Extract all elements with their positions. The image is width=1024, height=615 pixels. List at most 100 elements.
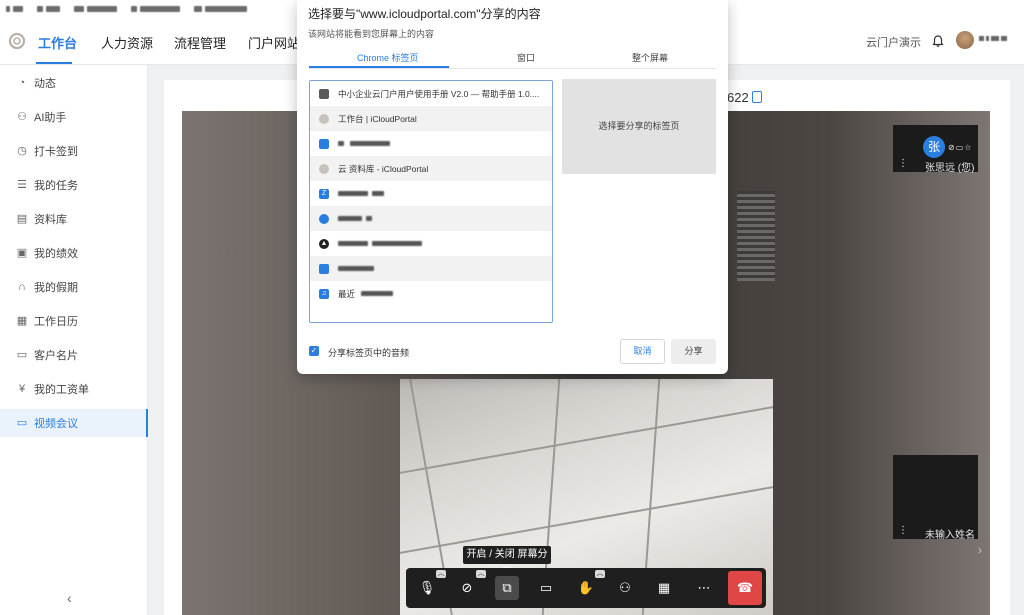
nav-workbench[interactable]: 工作台 <box>38 33 77 52</box>
chart-favicon-icon <box>319 138 329 149</box>
participants-icon[interactable]: ⚇ <box>613 576 637 600</box>
camera-options-caret[interactable]: ︿ <box>476 570 486 578</box>
portal-favicon-icon <box>319 113 329 124</box>
nav-process[interactable]: 流程管理 <box>174 33 226 52</box>
tab-title: 中小企业云门户用户使用手册 V2.0 — 帮助手册 1.0.... <box>338 88 540 99</box>
participant-tile[interactable]: ⋮ 未输入姓名 <box>893 455 978 541</box>
card-icon: ▭ <box>16 349 28 361</box>
bookmark-item[interactable] <box>6 6 23 12</box>
video-icon: ▭ <box>16 417 28 429</box>
participant-avatar: 张 <box>923 136 945 158</box>
list-item[interactable] <box>310 206 552 231</box>
share-audio-label: 分享标签页中的音频 <box>328 348 410 358</box>
tab-window[interactable]: 窗口 <box>517 51 535 64</box>
meeting-toolbar: 🎙 ︿ ⊘ ︿ ⧉ ▭ ✋ ︿ ⚇ ▦ ⋯ ☎ <box>406 568 766 608</box>
bell-icon[interactable] <box>931 34 945 48</box>
list-item[interactable]: ▲ <box>310 231 552 256</box>
grid-view-icon[interactable]: ▦ <box>652 576 676 600</box>
sidebar-item-business-cards[interactable]: ▭ 客户名片 <box>0 341 148 369</box>
list-item[interactable]: 云 资料库 - iCloudPortal <box>310 156 552 181</box>
list-item[interactable]: Z <box>310 181 552 206</box>
sidebar-item-tasks[interactable]: ☰ 我的任务 <box>0 171 148 199</box>
microphone-off-icon[interactable]: 🎙 <box>415 576 439 600</box>
sidebar-item-label: 工作日历 <box>34 316 78 328</box>
tenant-name[interactable]: 云门户演示 <box>866 34 921 50</box>
list-item[interactable]: ♫ 最近 <box>310 281 552 306</box>
nav-hr[interactable]: 人力资源 <box>101 33 153 52</box>
more-vertical-icon[interactable]: ⋮ <box>898 525 908 536</box>
more-options-icon[interactable]: ⋯ <box>692 576 716 600</box>
camera-off-icon[interactable]: ⊘ <box>455 576 479 600</box>
tab-title: 最近 <box>338 288 356 299</box>
sidebar-item-label: 我的假期 <box>34 282 78 294</box>
mic-options-caret[interactable]: ︿ <box>436 570 446 578</box>
sidebar-item-label: 客户名片 <box>34 350 78 362</box>
tab-chrome-tabs[interactable]: Chrome 标签页 <box>357 51 419 64</box>
list-item[interactable] <box>310 256 552 281</box>
portal-favicon-icon <box>319 163 329 174</box>
doc-favicon-icon <box>319 263 329 274</box>
sidebar-item-label: 我的工资单 <box>34 384 89 396</box>
raise-hand-icon[interactable]: ✋ <box>574 576 598 600</box>
hang-up-button[interactable]: ☎ <box>728 571 762 605</box>
screen-share-icon[interactable]: ⧉ <box>495 576 519 600</box>
participant-tile-self[interactable]: 张 ⊘▭☆ ⋮ 张思远 (您) <box>893 125 978 174</box>
tab-title: 工作台 | iCloudPortal <box>338 113 417 124</box>
share-audio-checkbox[interactable]: ✓ <box>309 346 319 356</box>
circle-favicon-icon <box>319 213 329 224</box>
sidebar-item-label: 资料库 <box>34 214 67 226</box>
activity-icon: ◔ <box>18 77 26 89</box>
triangle-favicon-icon: ▲ <box>319 238 329 249</box>
list-item[interactable] <box>310 131 552 156</box>
user-avatar[interactable] <box>956 31 974 49</box>
dialog-subtitle: 该网站将能看到您屏幕上的内容 <box>308 29 435 39</box>
collapse-sidebar-icon[interactable]: ‹ <box>67 590 72 606</box>
sidebar-item-label: 我的任务 <box>34 180 78 192</box>
copy-icon[interactable] <box>752 91 762 103</box>
bookmark-item[interactable] <box>194 6 247 12</box>
chrome-tab-list: 中小企业云门户用户使用手册 V2.0 — 帮助手册 1.0.... 工作台 | … <box>309 80 553 323</box>
share-button[interactable]: 分享 <box>671 339 716 364</box>
chat-icon[interactable]: ▭ <box>534 576 558 600</box>
bookmark-item[interactable] <box>37 6 60 12</box>
yen-icon: ¥ <box>18 383 26 395</box>
vent-grille <box>737 191 775 281</box>
sidebar-item-vacation[interactable]: ∩ 我的假期 <box>0 273 148 301</box>
screen-share-tooltip: 开启 / 关闭 屏幕分享 <box>463 546 551 578</box>
user-name-blurred[interactable] <box>979 36 1007 41</box>
participant-status-icons: ⊘▭☆ <box>948 143 973 152</box>
meeting-id: 622 <box>727 90 749 105</box>
sidebar-item-label: 视频会议 <box>34 418 78 430</box>
performance-icon: ▣ <box>16 247 28 259</box>
tab-preview: 选择要分享的标签页 <box>562 79 716 174</box>
sidebar-item-label: 动态 <box>34 78 56 90</box>
z-favicon-icon: Z <box>319 188 329 199</box>
sidebar-item-performance[interactable]: ▣ 我的绩效 <box>0 239 148 267</box>
sidebar-item-payslip[interactable]: ¥ 我的工资单 <box>0 375 148 403</box>
music-favicon-icon: ♫ <box>319 288 329 299</box>
list-icon: ☰ <box>17 179 27 191</box>
sidebar-item-activity[interactable]: ◔ 动态 <box>0 69 148 97</box>
cancel-button[interactable]: 取消 <box>620 339 665 364</box>
sidebar-item-label: 打卡签到 <box>34 146 78 158</box>
app-logo-icon[interactable] <box>8 32 26 50</box>
nav-active-indicator <box>36 62 72 64</box>
list-item[interactable]: 中小企业云门户用户使用手册 V2.0 — 帮助手册 1.0.... <box>310 81 552 106</box>
bookmark-item[interactable] <box>74 6 117 12</box>
sidebar-item-video-meeting[interactable]: ▭ 视频会议 <box>0 409 148 437</box>
tab-entire-screen[interactable]: 整个屏幕 <box>632 51 668 64</box>
nav-portal[interactable]: 门户网站 <box>248 33 300 52</box>
tab-active-indicator <box>309 66 449 68</box>
list-item[interactable]: 工作台 | iCloudPortal <box>310 106 552 131</box>
sidebar-item-label: AI助手 <box>34 112 67 124</box>
clock-icon: ◷ <box>17 145 27 157</box>
sidebar-item-checkin[interactable]: ◷ 打卡签到 <box>0 137 148 165</box>
tab-divider <box>309 68 717 69</box>
sidebar-item-library[interactable]: ▤ 资料库 <box>0 205 148 233</box>
sidebar-item-calendar[interactable]: ▦ 工作日历 <box>0 307 148 335</box>
sidebar-item-ai-assistant[interactable]: ⚇ AI助手 <box>0 103 148 131</box>
reactions-caret[interactable]: ︿ <box>595 570 605 578</box>
more-vertical-icon[interactable]: ⋮ <box>898 158 908 169</box>
bookmark-item[interactable] <box>131 6 180 12</box>
next-page-icon[interactable]: › <box>978 543 982 557</box>
